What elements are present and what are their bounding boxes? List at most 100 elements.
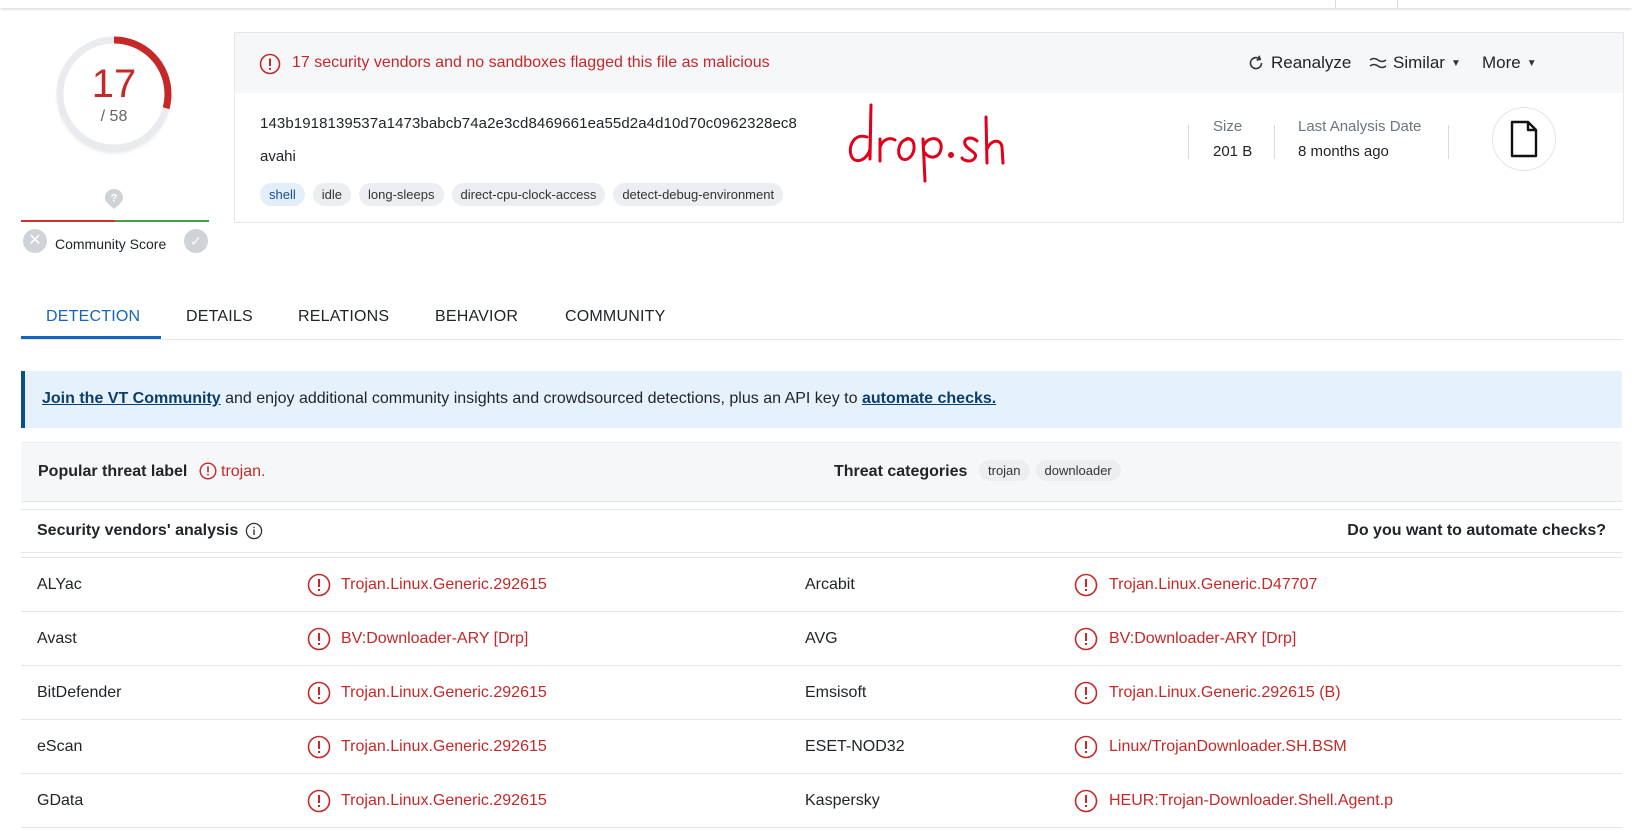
vendor-name: Avast xyxy=(37,630,77,647)
file-icon xyxy=(1510,120,1538,158)
detection-result: Trojan.Linux.Generic.D47707 xyxy=(1109,576,1318,593)
file-name: avahi xyxy=(260,148,296,165)
vendor-name: eScan xyxy=(37,738,83,755)
meta-divider xyxy=(1274,125,1275,159)
detection-alert-icon xyxy=(1074,573,1098,597)
community-score-label: Community Score xyxy=(55,236,167,252)
category-chip[interactable]: downloader xyxy=(1035,460,1121,481)
more-dropdown[interactable]: More ▼ xyxy=(1482,53,1537,73)
toolbar-divider xyxy=(1397,0,1398,8)
vendor-name: ALYac xyxy=(37,576,82,593)
tag-shell[interactable]: shell xyxy=(260,183,305,206)
detection-alert-icon xyxy=(1074,735,1098,759)
banner-text: Join the VT Community and enjoy addition… xyxy=(42,390,996,408)
tab-community[interactable]: COMMUNITY xyxy=(565,308,665,326)
svg-text:?: ? xyxy=(111,193,118,205)
detection-result: Trojan.Linux.Generic.292615 xyxy=(341,792,547,809)
popular-threat-label: Popular threat label xyxy=(38,463,188,480)
reanalyze-button[interactable]: Reanalyze xyxy=(1247,53,1351,73)
tag-long-sleeps[interactable]: long-sleeps xyxy=(359,183,444,206)
last-analysis-label: Last Analysis Date xyxy=(1298,118,1422,135)
threat-alert-icon xyxy=(199,462,217,480)
threat-categories: trojan downloader xyxy=(979,460,1121,481)
detection-alert-icon xyxy=(1074,681,1098,705)
vendor-name: Arcabit xyxy=(805,576,855,593)
refresh-icon xyxy=(1249,55,1263,70)
handwritten-annotation xyxy=(848,103,1005,183)
detection-alert-icon xyxy=(307,789,331,813)
threat-summary-row: Popular threat label trojan. Threat cate… xyxy=(21,442,1622,502)
vendor-name: Emsisoft xyxy=(805,684,867,701)
popular-threat-value[interactable]: trojan. xyxy=(221,463,265,481)
category-chip[interactable]: trojan xyxy=(979,460,1030,481)
file-hash[interactable]: 143b1918139537a1473babcb74a2e3cd8469661e… xyxy=(260,115,797,132)
community-bar-positive xyxy=(115,220,209,222)
detection-result: Trojan.Linux.Generic.292615 xyxy=(341,684,547,701)
vendor-name: Kaspersky xyxy=(805,792,880,809)
info-icon[interactable] xyxy=(245,522,263,540)
detection-score-ring: 17 / 58 xyxy=(52,32,176,156)
file-summary-card: 17 security vendors and no sandboxes fla… xyxy=(234,32,1624,223)
malicious-alert-icon xyxy=(259,53,281,75)
vendor-name: AVG xyxy=(805,630,838,647)
vote-harmless-icon[interactable]: ✓ xyxy=(184,229,208,253)
tab-detection[interactable]: DETECTION xyxy=(46,308,140,326)
vendors-table: ALYac Trojan.Linux.Generic.292615 Arcabit T… xyxy=(21,557,1622,828)
active-tab-indicator xyxy=(21,336,161,339)
top-toolbar-strip xyxy=(0,0,1632,8)
detection-result: Trojan.Linux.Generic.292615 xyxy=(341,576,547,593)
automate-checks-link[interactable]: automate checks. xyxy=(862,390,996,407)
vendor-name: GData xyxy=(37,792,84,809)
tab-details[interactable]: DETAILS xyxy=(186,308,253,326)
meta-divider xyxy=(1188,125,1189,159)
join-community-link[interactable]: Join the VT Community xyxy=(42,390,221,407)
file-type-badge xyxy=(1492,107,1556,171)
meta-divider xyxy=(1448,125,1449,159)
detection-result: Trojan.Linux.Generic.292615 xyxy=(341,738,547,755)
file-tags: shell idle long-sleeps direct-cpu-clock-… xyxy=(260,183,784,206)
detection-result: Linux/TrojanDownloader.SH.BSM xyxy=(1109,738,1347,755)
similar-label: Similar xyxy=(1393,53,1445,72)
detection-alert-icon xyxy=(307,681,331,705)
detection-alert-icon xyxy=(307,735,331,759)
chevron-down-icon: ▼ xyxy=(1450,57,1461,69)
malicious-alert-text: 17 security vendors and no sandboxes fla… xyxy=(292,54,770,71)
detection-alert-icon xyxy=(307,627,331,651)
reanalyze-label: Reanalyze xyxy=(1271,53,1352,72)
similar-icon xyxy=(1369,57,1387,69)
detection-alert-icon xyxy=(1074,627,1098,651)
tab-relations[interactable]: RELATIONS xyxy=(298,308,389,326)
detection-result: BV:Downloader-ARY [Drp] xyxy=(341,630,529,647)
detection-result: HEUR:Trojan-Downloader.Shell.Agent.p xyxy=(1109,792,1393,809)
chevron-down-icon: ▼ xyxy=(1526,57,1537,69)
vendors-analysis-title: Security vendors' analysis xyxy=(37,522,239,539)
similar-dropdown[interactable]: Similar ▼ xyxy=(1369,53,1461,73)
more-label: More xyxy=(1482,53,1521,72)
summary-alert-header: 17 security vendors and no sandboxes fla… xyxy=(235,33,1623,93)
vendor-row: ALYac Trojan.Linux.Generic.292615 Arcabit T… xyxy=(21,558,1622,612)
vendor-row: Avast BV:Downloader-ARY [Drp] AVG BV:Downlo… xyxy=(21,612,1622,666)
detection-result: Trojan.Linux.Generic.292615 (B) xyxy=(1109,684,1341,701)
vendor-row: GData Trojan.Linux.Generic.292615 Kaspersk… xyxy=(21,774,1622,828)
detection-count: 17 xyxy=(91,62,137,106)
detection-alert-icon xyxy=(307,573,331,597)
community-banner: Join the VT Community and enjoy addition… xyxy=(21,371,1622,428)
automate-checks-prompt[interactable]: Do you want to automate checks? xyxy=(1347,522,1606,540)
toolbar-divider xyxy=(1335,0,1336,8)
banner-body: and enjoy additional community insights … xyxy=(220,390,862,407)
community-marker-icon: ? xyxy=(105,189,123,209)
size-label: Size xyxy=(1213,118,1243,135)
vendor-name: BitDefender xyxy=(37,684,122,701)
community-bar-negative xyxy=(21,220,115,222)
tag-idle[interactable]: idle xyxy=(312,183,351,206)
report-tabs: DETECTION DETAILS RELATIONS BEHAVIOR COM… xyxy=(21,296,1622,340)
vendors-analysis-header: Security vendors' analysis Do you want t… xyxy=(21,509,1622,553)
engine-total: / 58 xyxy=(100,108,128,125)
tab-behavior[interactable]: BEHAVIOR xyxy=(435,308,518,326)
tag-detect-debug-environment[interactable]: detect-debug-environment xyxy=(613,183,784,206)
tag-direct-cpu-clock-access[interactable]: direct-cpu-clock-access xyxy=(451,183,606,206)
vote-harmful-icon[interactable]: ✕ xyxy=(23,229,47,253)
last-analysis-value: 8 months ago xyxy=(1298,143,1389,160)
vendor-row: BitDefender Trojan.Linux.Generic.292615 Em… xyxy=(21,666,1622,720)
vendor-name: ESET-NOD32 xyxy=(805,738,905,755)
